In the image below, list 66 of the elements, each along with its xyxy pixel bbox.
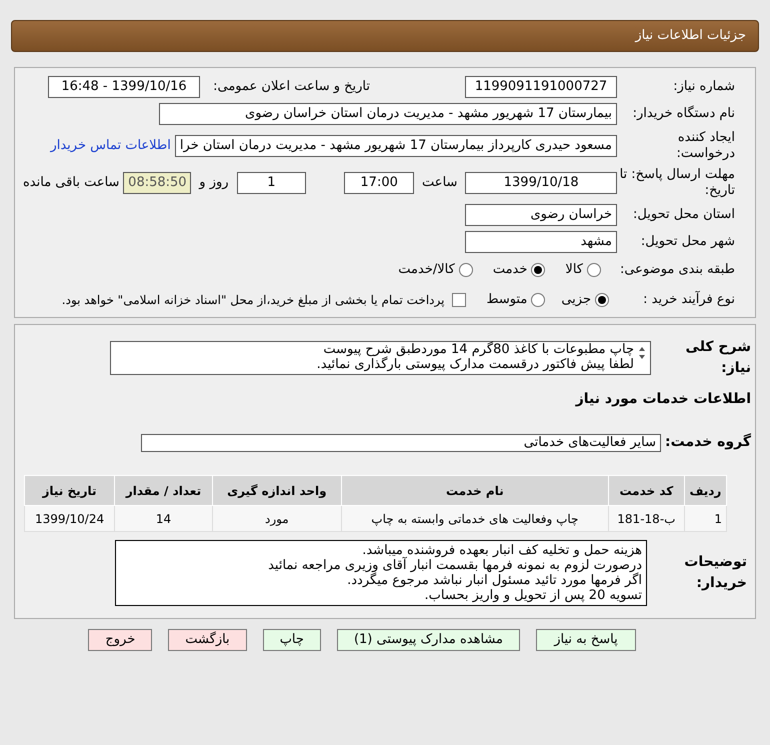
value-field: 1199091191000727 <box>465 76 617 98</box>
table-cell: چاپ وفعالیت های خدماتی وابسته به چاپ <box>341 506 608 532</box>
table-cell: 1 <box>684 506 726 532</box>
action-button[interactable]: مشاهده مدارک پیوستی (1) <box>336 629 520 651</box>
table-cell: ب-18-181 <box>608 506 684 532</box>
radio-button[interactable] <box>595 293 609 307</box>
radio-button[interactable] <box>587 263 601 277</box>
column-header: واحد اندازه گیری <box>212 476 342 506</box>
column-header: ردیف <box>684 476 726 506</box>
scroll-arrows-icon <box>638 346 646 360</box>
radio-label: جزیی <box>561 291 591 310</box>
table-cell: مورد <box>212 506 342 532</box>
table-cell: 1399/10/24 <box>24 506 115 532</box>
countdown-field: 08:58:50 <box>123 172 192 194</box>
value-field: مسعود حیدری کارپرداز بیمارستان 17 شهریور مشهد - مدیریت درمان استان خرا <box>174 135 617 157</box>
section-title: اطلاعات خدمات مورد نیاز <box>574 390 751 409</box>
field-label: توضیحات خریدار: <box>683 553 747 593</box>
header-title: جزئیات اطلاعات نیاز <box>635 27 746 46</box>
field-label: ساعت <box>422 174 458 192</box>
radio-button[interactable] <box>458 263 473 277</box>
description-line: لطفا پیش فاکتور درقسمت مدارک پیوستی بارگذاری نمائید. <box>316 357 634 372</box>
radio-button[interactable] <box>531 293 546 307</box>
value-field: 1399/10/16 - 16:48 <box>48 76 200 98</box>
table-cell: 14 <box>114 506 212 532</box>
checkbox-label: پرداخت تمام یا بخشی از مبلغ خرید،از محل "اسناد خزانه اسلامی" خواهد بود. <box>62 292 444 309</box>
radio-label: کالا/خدمت <box>398 261 455 280</box>
field-label: نام دستگاه خریدار: <box>632 104 735 124</box>
note-line: هزینه حمل و تخلیه کف انبار بعهده فروشنده میباشد. <box>361 543 642 558</box>
radio-label: متوسط <box>486 291 528 310</box>
checkbox[interactable] <box>452 293 466 307</box>
description-field[interactable]: چاپ مطبوعات با کاغذ 80گرم 14 موردطبق شرح پیوست لطفا پیش فاکتور درقسمت مدارک پیوستی بارگذاری نمائید. <box>110 341 651 375</box>
action-button[interactable]: بازگشت <box>168 629 247 651</box>
column-header: نام خدمت <box>341 476 608 506</box>
value-field: خراسان رضوی <box>465 204 617 226</box>
value-field: 17:00 <box>344 172 414 194</box>
field-label: روز و <box>199 174 229 192</box>
field-label: ایجاد کننده درخواست: <box>676 130 735 162</box>
description-line: چاپ مطبوعات با کاغذ 80گرم 14 موردطبق شرح پیوست <box>322 342 634 357</box>
value-field: مشهد <box>465 231 617 253</box>
value-field: 1 <box>236 172 306 194</box>
radio-label: کالا <box>565 261 583 280</box>
column-header: تعداد / مقدار <box>114 476 212 506</box>
field-label: گروه خدمت: <box>664 432 751 452</box>
column-header: تاریخ نیاز <box>24 476 115 506</box>
field-label: نوع فرآیند خرید : <box>642 290 735 310</box>
field-label: تاریخ و ساعت اعلان عمومی: <box>212 78 370 96</box>
field-label: ساعت باقی مانده <box>23 174 120 192</box>
note-line: اگر فرمها مورد تائید مسئول انبار نباشد مرجوع میگردد. <box>346 573 642 588</box>
radio-label: خدمت <box>492 261 528 280</box>
note-line: درصورت لزوم به نمونه فرمها بقسمت انبار آقای وزیری مراجعه نمائید <box>267 558 642 573</box>
field-label: مهلت ارسال پاسخ: تا تاریخ: <box>618 167 735 199</box>
field-label: شماره نیاز: <box>672 78 735 96</box>
field-label: طبقه بندی موضوعی: <box>618 261 735 280</box>
column-header: کد خدمت <box>608 476 684 506</box>
action-button[interactable]: پاسخ به نیاز <box>536 629 636 651</box>
action-button[interactable]: چاپ <box>262 629 321 651</box>
action-button[interactable]: خروج <box>88 629 152 651</box>
radio-button[interactable] <box>531 263 546 277</box>
field-label: شهر محل تحویل: <box>640 233 735 252</box>
value-field: بیمارستان 17 شهریور مشهد - مدیریت درمان استان خراسان رضوی <box>159 103 617 125</box>
service-group-field: سایر فعالیت‌های خدماتی <box>141 434 661 452</box>
buyer-contact-link[interactable]: اطلاعات تماس خریدار <box>50 136 171 156</box>
field-label: استان محل تحویل: <box>632 206 735 224</box>
field-label: شرح کلی نیاز: <box>684 338 751 378</box>
note-line: تسویه 20 پس از تحویل و واریز بحساب. <box>424 588 642 603</box>
value-field: 1399/10/18 <box>465 172 617 194</box>
